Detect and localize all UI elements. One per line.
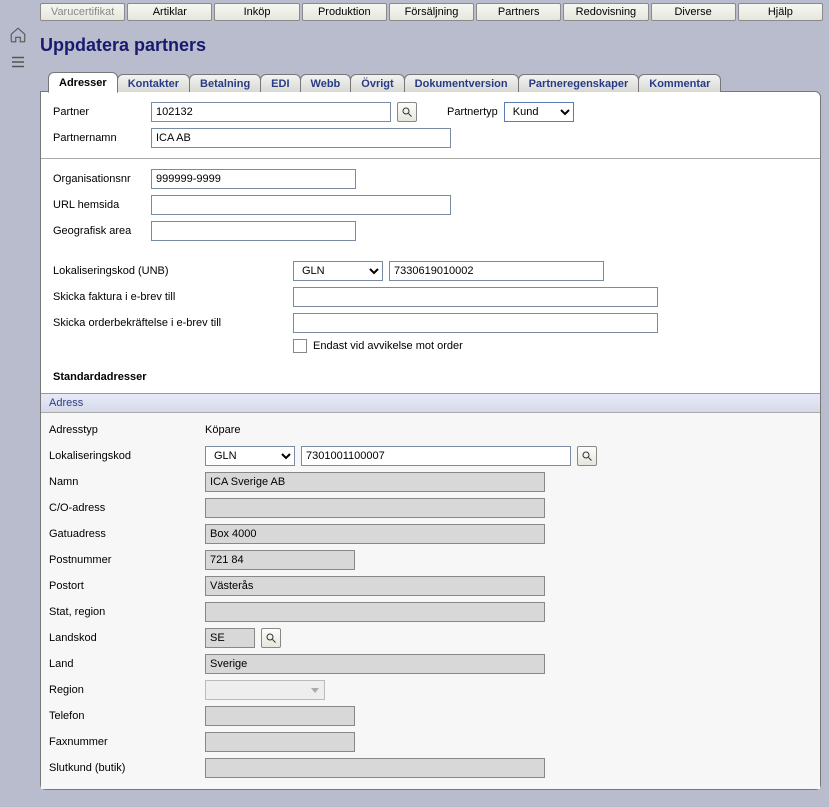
menu-artiklar[interactable]: Artiklar [127, 3, 212, 21]
deviation-checkbox[interactable] [293, 339, 307, 353]
tab-partneregenskaper[interactable]: Partneregenskaper [518, 74, 640, 92]
standardadresser-heading: Standardadresser [53, 371, 808, 383]
stat-value [205, 602, 545, 622]
fax-label: Faxnummer [49, 736, 199, 748]
unb-label: Lokaliseringskod (UNB) [53, 265, 287, 277]
address-section: Adress Adresstyp Köpare Lokaliseringskod… [41, 393, 820, 789]
partnertyp-select[interactable]: Kund [504, 102, 574, 122]
landkod-label: Landskod [49, 632, 199, 644]
landkod-value: SE [205, 628, 255, 648]
address-titlebar: Adress [41, 394, 820, 413]
tab-kontakter[interactable]: Kontakter [117, 74, 190, 92]
ack-email-label: Skicka orderbekräftelse i e-brev till [53, 317, 287, 329]
main-panel: Partner Partnertyp Kund Partnernamn Orga… [40, 91, 821, 790]
postort-label: Postort [49, 580, 199, 592]
namn-value: ICA Sverige AB [205, 472, 545, 492]
addr-lok-code-input[interactable] [301, 446, 571, 466]
partnernamn-label: Partnernamn [53, 132, 145, 144]
orgnr-label: Organisationsnr [53, 173, 145, 185]
tab-edi[interactable]: EDI [260, 74, 300, 92]
slutkund-value [205, 758, 545, 778]
menu-partners[interactable]: Partners [476, 3, 561, 21]
stat-label: Stat, region [49, 606, 199, 618]
addr-lok-select[interactable]: GLN [205, 446, 295, 466]
partnertyp-label: Partnertyp [447, 106, 498, 118]
addr-lok-label: Lokaliseringskod [49, 450, 199, 462]
menu-forsaljning[interactable]: Försäljning [389, 3, 474, 21]
tab-adresser[interactable]: Adresser [48, 72, 118, 93]
page-title: Uppdatera partners [0, 21, 829, 72]
tab-betalning[interactable]: Betalning [189, 74, 261, 92]
search-icon [265, 632, 277, 644]
geo-label: Geografisk area [53, 225, 145, 237]
deviation-checkbox-label: Endast vid avvikelse mot order [313, 340, 463, 352]
search-icon [581, 450, 593, 462]
gata-value: Box 4000 [205, 524, 545, 544]
list-icon[interactable] [9, 53, 27, 74]
divider-1 [41, 158, 820, 159]
partnernamn-input[interactable] [151, 128, 451, 148]
tab-ovrigt[interactable]: Övrigt [350, 74, 404, 92]
unb-type-select[interactable]: GLN [293, 261, 383, 281]
tel-value [205, 706, 355, 726]
tel-label: Telefon [49, 710, 199, 722]
adresstyp-label: Adresstyp [49, 424, 199, 436]
region-label: Region [49, 684, 199, 696]
orgnr-input[interactable] [151, 169, 356, 189]
postnr-value: 721 84 [205, 550, 355, 570]
tab-dokumentversion[interactable]: Dokumentversion [404, 74, 519, 92]
menu-inkop[interactable]: Inköp [214, 3, 299, 21]
addr-lok-lookup-button[interactable] [577, 446, 597, 466]
postort-value: Västerås [205, 576, 545, 596]
invoice-email-input[interactable] [293, 287, 658, 307]
menu-redovisning[interactable]: Redovisning [563, 3, 648, 21]
partner-label: Partner [53, 106, 145, 118]
partner-lookup-button[interactable] [397, 102, 417, 122]
tab-kommentar[interactable]: Kommentar [638, 74, 721, 92]
co-label: C/O-adress [49, 502, 199, 514]
menu-hjalp[interactable]: Hjälp [738, 3, 823, 21]
search-icon [401, 106, 413, 118]
land-label: Land [49, 658, 199, 670]
url-input[interactable] [151, 195, 451, 215]
region-select-disabled [205, 680, 325, 700]
land-value: Sverige [205, 654, 545, 674]
namn-label: Namn [49, 476, 199, 488]
invoice-email-label: Skicka faktura i e-brev till [53, 291, 287, 303]
partner-input[interactable] [151, 102, 391, 122]
gata-label: Gatuadress [49, 528, 199, 540]
ack-email-input[interactable] [293, 313, 658, 333]
main-menu: Varucertifikat Artiklar Inköp Produktion… [0, 0, 829, 21]
fax-value [205, 732, 355, 752]
url-label: URL hemsida [53, 199, 145, 211]
tab-strip: Adresser Kontakter Betalning EDI Webb Öv… [0, 72, 829, 92]
menu-produktion[interactable]: Produktion [302, 3, 387, 21]
left-rail [4, 26, 32, 74]
menu-diverse[interactable]: Diverse [651, 3, 736, 21]
geo-input[interactable] [151, 221, 356, 241]
adresstyp-value: Köpare [205, 424, 240, 436]
postnr-label: Postnummer [49, 554, 199, 566]
home-icon[interactable] [9, 26, 27, 47]
co-value [205, 498, 545, 518]
landkod-lookup-button[interactable] [261, 628, 281, 648]
slutkund-label: Slutkund (butik) [49, 762, 199, 774]
tab-webb[interactable]: Webb [300, 74, 352, 92]
unb-code-input[interactable] [389, 261, 604, 281]
menu-varucertifikat[interactable]: Varucertifikat [40, 3, 125, 21]
